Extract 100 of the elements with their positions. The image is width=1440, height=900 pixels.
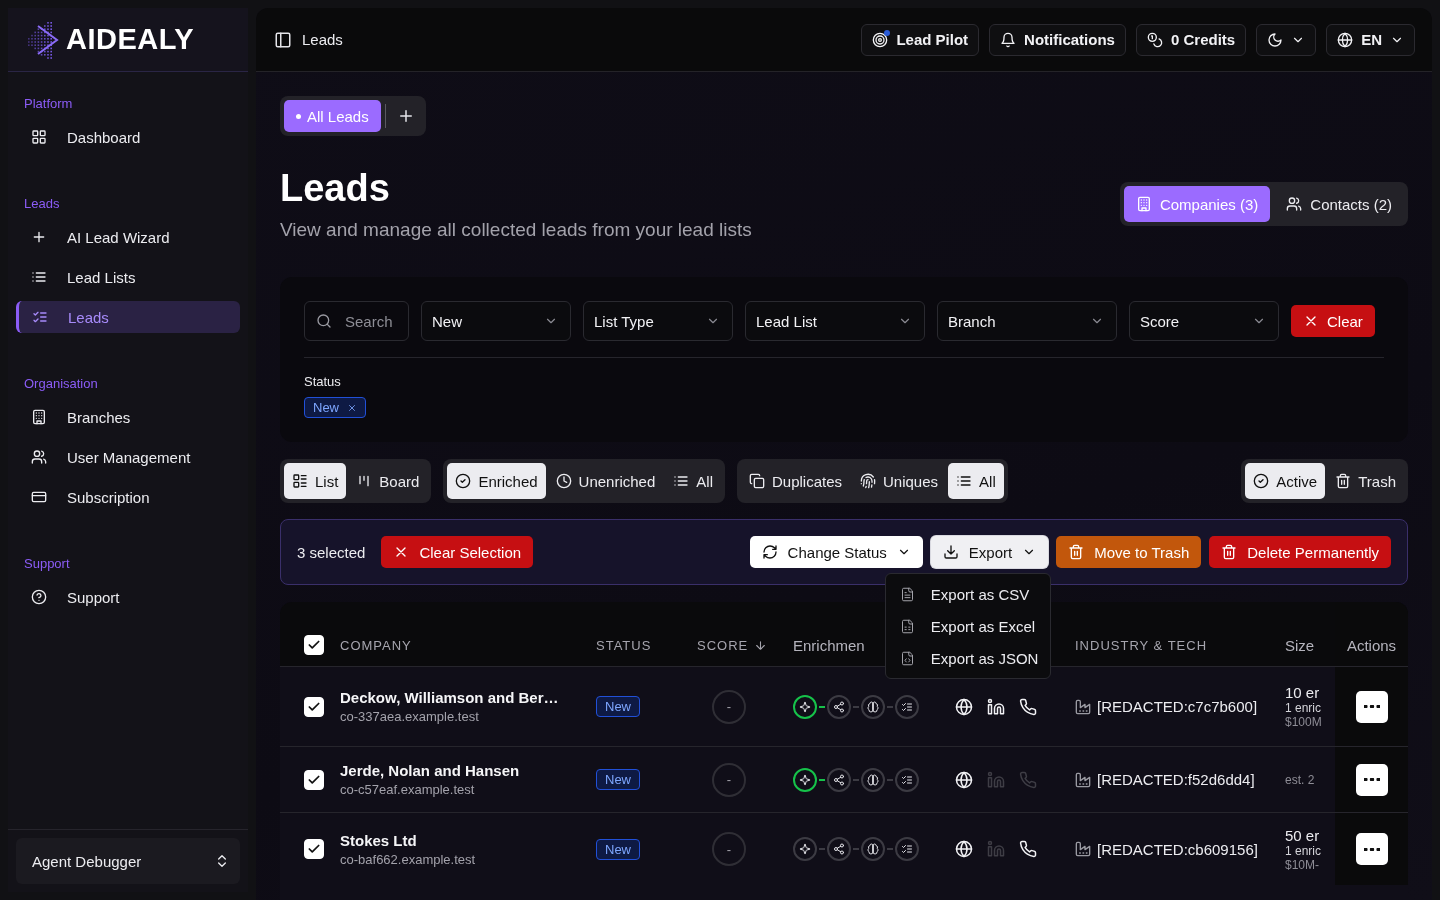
- move-to-trash-button[interactable]: Move to Trash: [1056, 536, 1202, 568]
- globe-icon[interactable]: [955, 770, 973, 789]
- menu-item[interactable]: Export as JSON: [889, 642, 1046, 674]
- filter-dropdown[interactable]: Lead List: [745, 301, 925, 341]
- list-layout-icon: [292, 473, 308, 489]
- linkedin-icon[interactable]: [987, 697, 1005, 716]
- segment-tab[interactable]: List: [284, 463, 347, 499]
- sidebar-item[interactable]: Dashboard: [16, 117, 240, 157]
- entity-tab[interactable]: Companies (3): [1123, 186, 1271, 222]
- company-domain: co-baf662.example.test: [340, 851, 476, 867]
- selection-count: 3 selected: [297, 543, 366, 561]
- checkbox[interactable]: [304, 769, 324, 790]
- checkbox[interactable]: [304, 696, 324, 717]
- clock-icon: [555, 473, 572, 489]
- company-name[interactable]: Deckow, Williamson and Ber…: [340, 689, 559, 706]
- enrichment-step[interactable]: [793, 694, 817, 719]
- segment-tab[interactable]: Unenriched: [547, 463, 664, 499]
- enrichment-step[interactable]: [827, 694, 851, 719]
- view-tab[interactable]: All Leads: [284, 100, 381, 132]
- enrichment-step[interactable]: [793, 767, 817, 792]
- sidebar-item[interactable]: User Management: [16, 437, 240, 477]
- company-name[interactable]: Jerde, Nolan and Hansen: [340, 762, 520, 779]
- agent-selector[interactable]: Agent Debugger: [16, 838, 240, 884]
- segment-tab[interactable]: Uniques: [852, 463, 947, 499]
- segment-tab[interactable]: Active: [1245, 463, 1326, 499]
- filter-dropdown[interactable]: New: [421, 301, 571, 341]
- more-button[interactable]: [1355, 763, 1388, 796]
- size-text: $10M-: [1285, 857, 1319, 872]
- spreadsheet-icon: [899, 618, 915, 634]
- sidebar-item[interactable]: Support: [16, 577, 240, 617]
- enrichment-step[interactable]: [793, 837, 817, 861]
- menu-item[interactable]: Export as CSV: [889, 578, 1046, 610]
- section-title: Support: [23, 556, 71, 572]
- checkbox[interactable]: [304, 839, 324, 859]
- users-icon: [31, 449, 47, 465]
- industry-text: [REDACTED:c7c7b600]: [1097, 698, 1258, 715]
- size-text: est. 2: [1285, 772, 1315, 787]
- column-header[interactable]: INDUSTRY & TECH: [1075, 637, 1208, 653]
- enrichment-step[interactable]: [861, 767, 885, 792]
- column-header[interactable]: Size: [1285, 636, 1315, 654]
- segment-tab[interactable]: Enriched: [447, 463, 546, 499]
- enrichment-step[interactable]: [827, 837, 851, 861]
- column-header[interactable]: COMPANY: [340, 637, 412, 653]
- share-icon: [833, 700, 845, 713]
- sidebar-item[interactable]: Lead Lists: [16, 257, 240, 297]
- enrichment-step[interactable]: [827, 767, 851, 792]
- delete-button[interactable]: Delete Permanently: [1209, 536, 1391, 568]
- check-circle-icon: [1253, 473, 1270, 489]
- column-header[interactable]: STATUS: [596, 637, 652, 653]
- segment-tab[interactable]: All: [948, 463, 1004, 499]
- share-icon: [833, 773, 845, 786]
- language-button[interactable]: EN: [1326, 23, 1415, 56]
- globe-icon[interactable]: [955, 840, 973, 858]
- list-icon: [31, 269, 47, 285]
- score-ring: -: [712, 832, 746, 866]
- dashboard-icon: [31, 129, 47, 145]
- clear-button[interactable]: Clear: [1291, 305, 1375, 337]
- checkbox[interactable]: [304, 635, 324, 655]
- enrichment-step[interactable]: [861, 694, 885, 719]
- plus-icon: [31, 229, 47, 245]
- lead-pilot-button[interactable]: Lead Pilot: [861, 23, 980, 56]
- enrichment-step[interactable]: [861, 837, 885, 861]
- globe-icon[interactable]: [955, 697, 973, 716]
- sidebar-item[interactable]: Subscription: [16, 477, 240, 517]
- copy-icon: [748, 473, 765, 489]
- theme-button[interactable]: [1256, 23, 1317, 56]
- clear-selection-button[interactable]: Clear Selection: [381, 536, 534, 568]
- brain-icon: [867, 773, 879, 786]
- sidebar-item[interactable]: AI Lead Wizard: [16, 217, 240, 257]
- factory-icon: [1075, 841, 1091, 857]
- globe-icon: [1337, 31, 1354, 48]
- size-text: 1 enric: [1285, 701, 1322, 715]
- search-field[interactable]: Search: [304, 301, 409, 341]
- factory-icon: [1075, 698, 1091, 715]
- sidebar-item[interactable]: Branches: [16, 397, 240, 437]
- notifications-button[interactable]: Notifications: [989, 23, 1126, 56]
- sidebar-toggle[interactable]: [274, 30, 292, 49]
- more-button[interactable]: [1355, 833, 1388, 865]
- export-button[interactable]: Export: [930, 536, 1049, 568]
- filter-dropdown[interactable]: Score: [1129, 301, 1279, 341]
- segment-tab[interactable]: Trash: [1327, 463, 1404, 499]
- sparkle-icon: [799, 700, 811, 713]
- segment-tab[interactable]: Board: [348, 463, 428, 499]
- credits-button[interactable]: 0 Credits: [1135, 23, 1247, 56]
- column-header[interactable]: SCORE: [697, 637, 768, 653]
- more-button[interactable]: [1355, 690, 1388, 723]
- column-header[interactable]: Enrichmen: [793, 636, 865, 654]
- company-name[interactable]: Stokes Ltd: [340, 831, 417, 849]
- filter-chip[interactable]: New: [304, 397, 366, 418]
- sidebar-item[interactable]: Leads: [16, 301, 240, 333]
- filter-dropdown[interactable]: List Type: [583, 301, 733, 341]
- segment-tab[interactable]: Duplicates: [740, 463, 850, 499]
- checklist-icon: [901, 773, 913, 786]
- entity-tab[interactable]: Contacts (2): [1274, 186, 1404, 222]
- change-status-button[interactable]: Change Status: [749, 536, 923, 568]
- column-header[interactable]: Actions: [1346, 636, 1397, 654]
- menu-item[interactable]: Export as Excel: [889, 610, 1046, 642]
- filter-dropdown[interactable]: Branch: [937, 301, 1117, 341]
- segment-tab[interactable]: All: [665, 463, 721, 499]
- fingerprint-icon: [860, 473, 876, 489]
